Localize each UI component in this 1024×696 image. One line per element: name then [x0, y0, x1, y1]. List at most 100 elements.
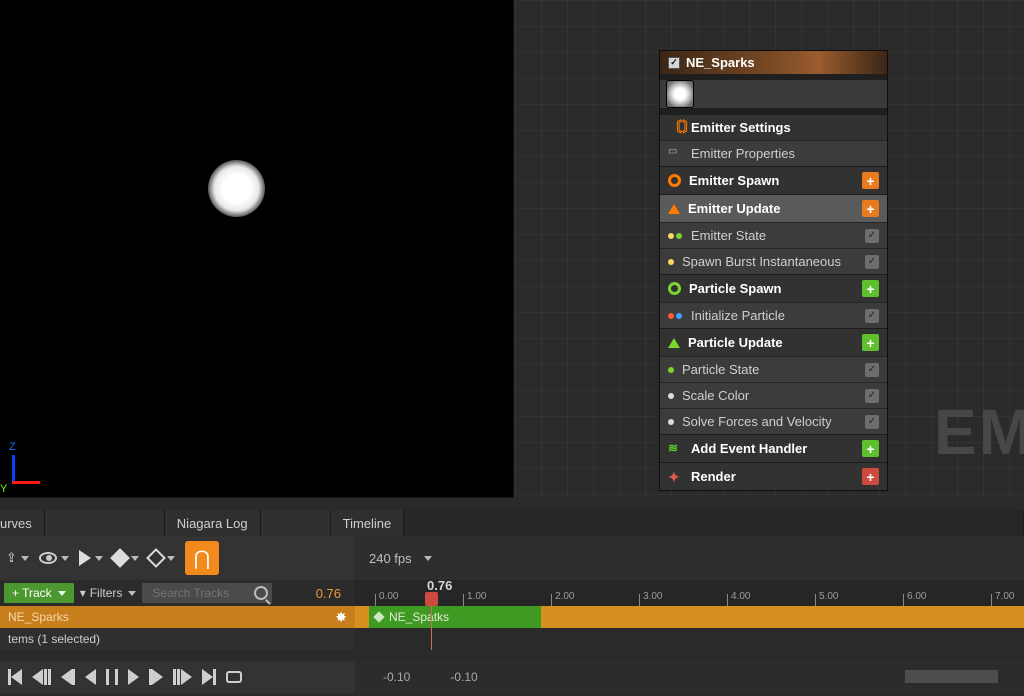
module-label: Spawn Burst Instantaneous — [682, 254, 857, 269]
module-checkbox[interactable]: ✓ — [865, 363, 879, 377]
play-button[interactable] — [128, 669, 139, 685]
module-checkbox[interactable]: ✓ — [865, 389, 879, 403]
track-row-emitter[interactable]: NE_Sparks ✸ — [0, 606, 355, 628]
add-module-button[interactable]: + — [862, 468, 879, 485]
fps-label[interactable]: 240 fps — [369, 551, 412, 566]
key-filled-icon[interactable] — [113, 551, 139, 565]
module-checkbox[interactable]: ✓ — [865, 255, 879, 269]
tab-niagara-log[interactable]: Niagara Log — [165, 510, 261, 536]
section-label: Add Event Handler — [691, 441, 854, 456]
track-selection-info: tems (1 selected) — [0, 628, 355, 650]
reverse-button[interactable] — [85, 669, 96, 685]
add-module-button[interactable]: + — [862, 172, 879, 189]
section-particle-update[interactable]: Particle Update + — [660, 328, 887, 356]
pause-button[interactable] — [106, 669, 118, 685]
module-solve-forces-and-velocity[interactable]: Solve Forces and Velocity✓ — [660, 408, 887, 434]
section-label: Emitter Update — [688, 201, 854, 216]
ruler-tick — [815, 594, 816, 606]
section-emitter-spawn[interactable]: Emitter Spawn + — [660, 166, 887, 194]
share-icon[interactable]: ⇪ — [6, 550, 29, 566]
preview-viewport[interactable]: Y — [0, 0, 514, 498]
tab-curves[interactable]: urves — [0, 510, 45, 536]
tab-spacer-2 — [261, 510, 331, 536]
ruler-tick — [727, 594, 728, 606]
timeline-ruler[interactable]: 0.76 0.001.002.003.004.005.006.007.00 — [355, 580, 1024, 606]
fps-caret-icon[interactable] — [424, 556, 432, 561]
clip-ne-sparks[interactable]: NE_Spatks — [369, 606, 541, 628]
emitter-thumb-row — [660, 80, 887, 108]
emitter-enable-checkbox[interactable]: ✓ — [668, 57, 680, 69]
transport-bar — [0, 661, 355, 693]
ruler-label: 2.00 — [555, 591, 574, 602]
spawn-icon — [668, 174, 681, 187]
burst-icon: ✸ — [335, 609, 347, 626]
ruler-label: 3.00 — [643, 591, 662, 602]
snap-magnet-button[interactable]: ⋂ — [185, 541, 219, 575]
event-icon: ≋ — [668, 441, 683, 456]
loop-button[interactable] — [226, 671, 242, 683]
ruler-label: 5.00 — [819, 591, 838, 602]
add-module-button[interactable]: + — [862, 200, 879, 217]
module-spawn-burst-instantaneous[interactable]: Spawn Burst Instantaneous ✓ — [660, 248, 887, 274]
tab-timeline[interactable]: Timeline — [331, 510, 405, 536]
module-label: Particle State — [682, 362, 857, 377]
dot-icon — [668, 393, 674, 399]
step-back-section-button[interactable] — [32, 669, 51, 685]
add-track-button[interactable]: + Track — [4, 583, 74, 603]
tab-spacer-1 — [45, 510, 165, 536]
particle-spawn-icon — [668, 282, 681, 295]
emitter-title-bar[interactable]: ✓ NE_Sparks — [660, 51, 887, 74]
add-module-button[interactable]: + — [862, 440, 879, 457]
timeline-scrollbar[interactable] — [905, 670, 998, 683]
section-particle-spawn[interactable]: Particle Spawn+ — [660, 274, 887, 302]
playhead-handle[interactable] — [425, 592, 438, 606]
section-add-event-handler[interactable]: ≋ Add Event Handler + — [660, 434, 887, 462]
dots-icon — [668, 313, 683, 319]
search-input[interactable] — [146, 583, 254, 603]
section-emitter-settings[interactable]: 〘〙 Emitter Settings — [660, 114, 887, 140]
cpu-icon: ▭ — [668, 146, 683, 161]
emitter-panel: ✓ NE_Sparks 〘〙 Emitter Settings ▭ Emitter P… — [659, 50, 888, 491]
module-emitter-properties[interactable]: ▭ Emitter Properties — [660, 140, 887, 166]
particle-update-icon — [668, 338, 680, 348]
module-particle-state[interactable]: Particle State ✓ — [660, 356, 887, 382]
dot-icon — [668, 419, 674, 425]
track-name: NE_Sparks — [8, 610, 69, 624]
play-icon[interactable] — [79, 550, 103, 566]
filters-button[interactable]: ▾ Filters — [80, 586, 137, 600]
module-initialize-particle[interactable]: Initialize Particle✓ — [660, 302, 887, 328]
update-icon — [668, 204, 680, 214]
step-back-button[interactable] — [61, 669, 75, 685]
step-fwd-section-button[interactable] — [173, 669, 192, 685]
add-module-button[interactable]: + — [862, 280, 879, 297]
playhead-label: 0.76 — [427, 578, 452, 593]
visibility-icon[interactable] — [39, 552, 69, 564]
search-icon[interactable] — [254, 586, 268, 600]
step-fwd-button[interactable] — [149, 669, 163, 685]
section-label: Emitter Spawn — [689, 173, 854, 188]
range-end[interactable]: -0.10 — [450, 670, 477, 684]
section-label: Emitter Settings — [691, 120, 879, 135]
key-outline-icon[interactable] — [149, 551, 175, 565]
timeline-footer: -0.10 -0.10 — [355, 661, 1024, 693]
emitter-settings-icon: 〘〙 — [668, 120, 683, 135]
ruler-label: 1.00 — [467, 591, 486, 602]
goto-end-button[interactable] — [202, 669, 216, 685]
emitter-thumbnail[interactable] — [666, 80, 694, 108]
axis-y-label: Y — [0, 483, 7, 495]
ruler-tick — [551, 594, 552, 606]
goto-start-button[interactable] — [8, 669, 22, 685]
section-emitter-update[interactable]: Emitter Update + — [660, 194, 887, 222]
range-start[interactable]: -0.10 — [383, 670, 410, 684]
module-scale-color[interactable]: Scale Color✓ — [660, 382, 887, 408]
section-render[interactable]: ✦Render+ — [660, 462, 887, 490]
add-module-button[interactable]: + — [862, 334, 879, 351]
module-label: Emitter Properties — [691, 146, 879, 161]
module-checkbox[interactable]: ✓ — [865, 415, 879, 429]
current-time[interactable]: 0.76 — [316, 586, 351, 601]
module-emitter-state[interactable]: Emitter State✓ — [660, 222, 887, 248]
module-checkbox[interactable]: ✓ — [865, 309, 879, 323]
section-label: Render — [691, 469, 854, 484]
module-checkbox[interactable]: ✓ — [865, 229, 879, 243]
section-label: Particle Update — [688, 335, 854, 350]
